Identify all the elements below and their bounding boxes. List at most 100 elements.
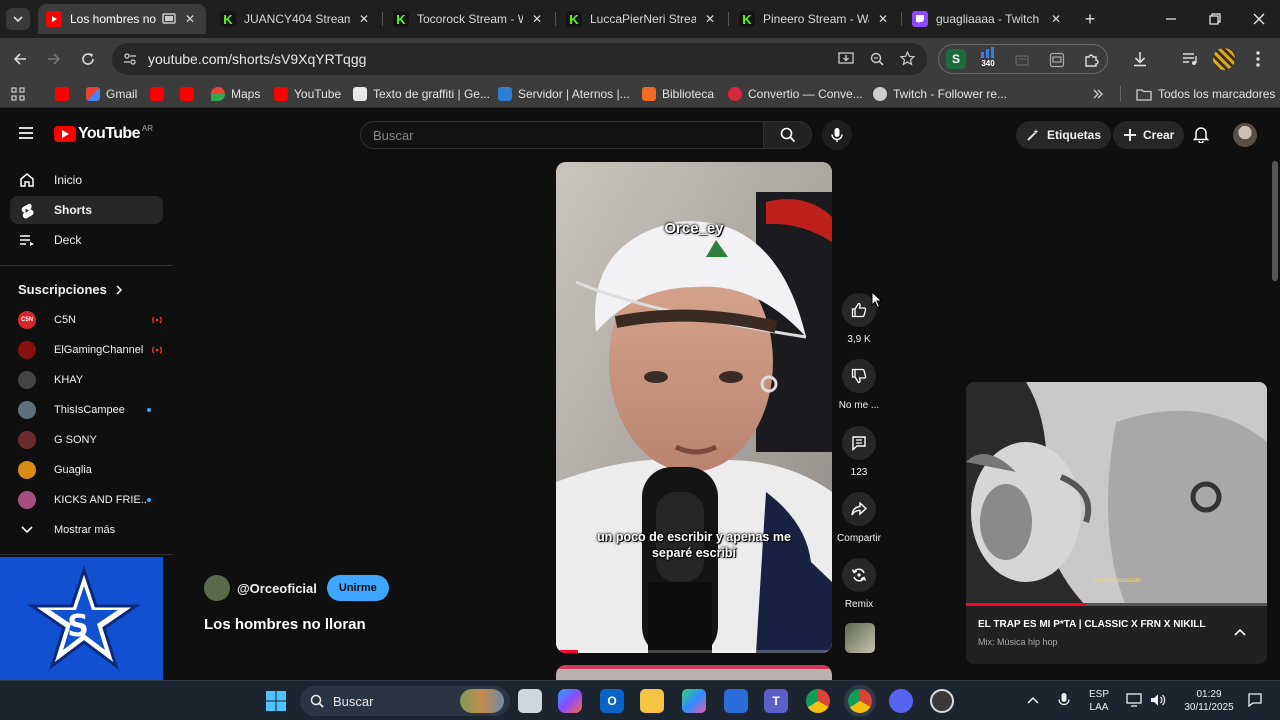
short-video-player[interactable]: Orce_ey un poco de escribir y apenas me … <box>556 162 832 653</box>
install-app-icon[interactable] <box>838 52 854 66</box>
create-button[interactable]: Crear <box>1113 121 1185 149</box>
sidebar-item-deck[interactable]: Deck <box>10 226 163 254</box>
close-window-button[interactable] <box>1237 0 1280 38</box>
zoom-icon[interactable] <box>870 52 884 66</box>
discord-icon[interactable] <box>889 689 913 713</box>
start-button[interactable] <box>264 689 288 713</box>
media-controls-button[interactable] <box>1178 47 1202 71</box>
browser-tab-kick-3[interactable]: K LuccaPierNeri Stream ✕ <box>558 4 726 34</box>
browser-tab-youtube[interactable]: Los hombres no llora ✕ <box>38 4 206 34</box>
maximize-button[interactable] <box>1193 0 1237 38</box>
outlook-icon[interactable]: O <box>600 689 624 713</box>
close-tab-icon[interactable]: ✕ <box>875 12 891 26</box>
task-view-icon[interactable] <box>518 689 542 713</box>
apps-button[interactable] <box>11 86 25 102</box>
notification-center-icon[interactable] <box>1248 693 1262 707</box>
bookmark-star-icon[interactable] <box>900 51 915 66</box>
mini-player-progress[interactable] <box>966 603 1267 606</box>
clock[interactable]: 01:29 30/11/2025 <box>1176 688 1242 714</box>
close-tab-icon[interactable]: ✕ <box>1048 12 1064 26</box>
bookmark-convertio[interactable]: Convertio — Conve... <box>728 86 863 102</box>
chevron-up-icon[interactable] <box>1027 696 1039 704</box>
microphone-icon[interactable] <box>1058 692 1070 708</box>
extension-disabled-icon[interactable] <box>1015 53 1029 67</box>
chrome-menu-button[interactable] <box>1246 47 1270 71</box>
show-more-button[interactable]: Mostrar más <box>18 519 163 541</box>
microsoft-365-icon[interactable] <box>682 689 706 713</box>
teams-icon[interactable]: T <box>764 689 788 713</box>
mini-player[interactable]: Yo estoy asustado EL TRAP ES MI P*TA | C… <box>966 382 1267 664</box>
bookmark-youtube-1[interactable] <box>55 86 75 102</box>
sidebar-item-shorts[interactable]: Shorts <box>10 196 163 224</box>
remix-action[interactable]: Remix <box>834 558 884 610</box>
mini-player-video[interactable]: Yo estoy asustado <box>966 382 1267 606</box>
bookmark-biblioteca[interactable]: Biblioteca <box>642 86 714 102</box>
youtube-logo[interactable]: YouTube AR <box>54 124 153 143</box>
next-short-preview[interactable] <box>556 665 832 680</box>
tab-search-button[interactable] <box>6 8 30 30</box>
profile-avatar-button[interactable] <box>1212 47 1236 71</box>
sidebar-item-inicio[interactable]: Inicio <box>10 166 163 194</box>
subscriptions-header[interactable]: Suscripciones <box>18 282 123 297</box>
bookmark-youtube-2[interactable] <box>150 86 170 102</box>
address-bar[interactable]: youtube.com/shorts/sV9XqYRTqgg <box>112 43 927 75</box>
page-scrollbar[interactable] <box>1271 161 1279 661</box>
close-tab-icon[interactable]: ✕ <box>702 12 718 26</box>
bookmarks-overflow-button[interactable] <box>1092 86 1104 102</box>
close-tab-icon[interactable]: ✕ <box>529 12 545 26</box>
voice-search-button[interactable] <box>822 120 852 150</box>
subscription-item[interactable]: KICKS AND FRIE... <box>18 489 163 511</box>
video-progress-bar[interactable] <box>556 650 832 653</box>
close-tab-icon[interactable]: ✕ <box>182 12 198 26</box>
scrollbar-thumb[interactable] <box>1272 161 1278 281</box>
comments-button[interactable] <box>842 426 876 460</box>
subscription-item[interactable]: C5N C5N <box>18 309 163 331</box>
back-button[interactable] <box>8 47 32 71</box>
dislike-action[interactable]: No me ... <box>834 359 884 411</box>
etiquetas-button[interactable]: Etiquetas <box>1016 121 1112 149</box>
close-tab-icon[interactable]: ✕ <box>356 12 372 26</box>
author-avatar[interactable] <box>204 575 230 601</box>
browser-tab-kick-1[interactable]: K JUANCY404 Stream - ✕ <box>212 4 380 34</box>
bookmark-graffiti[interactable]: Texto de graffiti | Ge... <box>353 86 490 102</box>
search-button[interactable] <box>764 121 812 149</box>
chrome-active-icon[interactable] <box>848 689 872 713</box>
bookmark-youtube-3[interactable] <box>180 86 200 102</box>
bookmark-youtube[interactable]: YouTube <box>274 86 341 102</box>
chrome-icon[interactable] <box>806 689 830 713</box>
guide-menu-button[interactable] <box>17 126 35 143</box>
extensions-puzzle-icon[interactable] <box>1083 52 1099 68</box>
account-avatar[interactable] <box>1233 123 1257 147</box>
subscription-item[interactable]: Guaglia <box>18 459 163 481</box>
browser-tab-kick-2[interactable]: K Tocorock Stream - Wa ✕ <box>385 4 553 34</box>
bookmark-twitch-follower[interactable]: Twitch - Follower re... <box>873 86 1007 102</box>
browser-tab-twitch[interactable]: guagliaaaa - Twitch ✕ <box>904 4 1072 34</box>
search-input[interactable] <box>361 122 763 148</box>
bookmark-aternos[interactable]: Servidor | Aternos |... <box>498 86 630 102</box>
share-button[interactable] <box>842 492 876 526</box>
bookmark-gmail[interactable]: Gmail <box>86 86 137 102</box>
subscription-item[interactable]: KHAY <box>18 369 163 391</box>
forward-button[interactable] <box>42 47 66 71</box>
obs-icon[interactable] <box>930 689 954 713</box>
subscription-item[interactable]: ThisIsCampee <box>18 399 163 421</box>
site-info-icon[interactable] <box>123 52 137 66</box>
dislike-button[interactable] <box>842 359 876 393</box>
subscription-item[interactable]: ElGamingChannel <box>18 339 163 361</box>
bookmark-maps[interactable]: Maps <box>211 86 260 102</box>
notifications-button[interactable] <box>1192 125 1210 146</box>
minimize-button[interactable] <box>1149 0 1193 38</box>
extension-box-icon[interactable] <box>1049 52 1065 68</box>
extension-s-icon[interactable]: S <box>946 49 966 69</box>
browser-tab-kick-4[interactable]: K Pineero Stream - Wat ✕ <box>731 4 899 34</box>
subscription-item[interactable]: G SONY <box>18 429 163 451</box>
remix-button[interactable] <box>842 558 876 592</box>
join-button[interactable]: Unirme <box>326 575 389 601</box>
reload-button[interactable] <box>76 47 100 71</box>
new-tab-button[interactable]: + <box>1078 8 1102 30</box>
volume-icon[interactable] <box>1150 693 1166 707</box>
taskbar-search[interactable]: Buscar <box>300 686 510 716</box>
extension-stats-icon[interactable]: 340 <box>977 47 999 71</box>
sound-thumbnail[interactable] <box>845 623 875 653</box>
copilot-icon[interactable] <box>558 689 582 713</box>
